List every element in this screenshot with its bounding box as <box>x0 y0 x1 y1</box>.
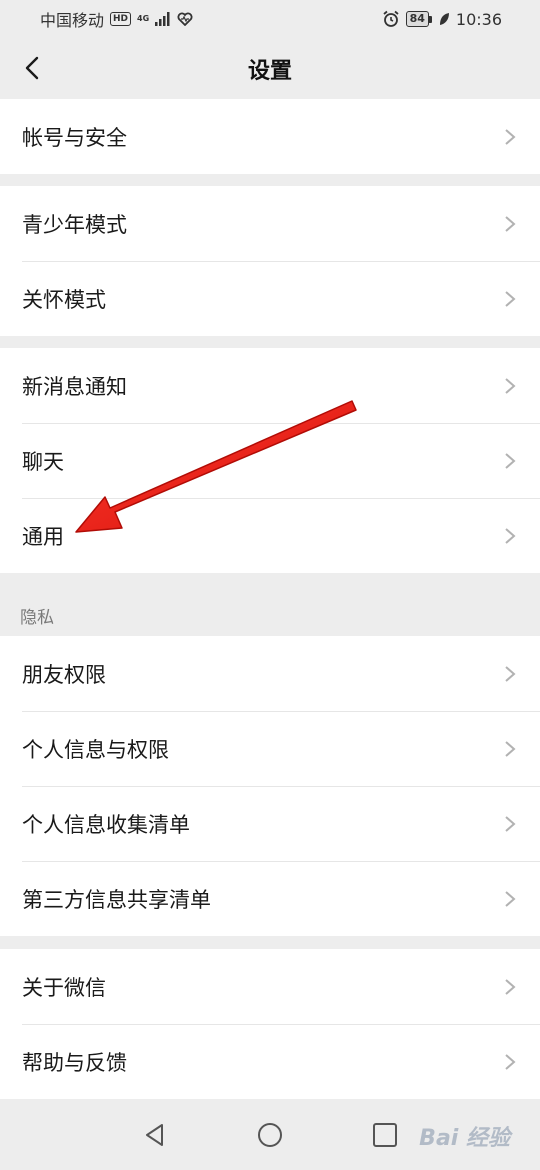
battery-level: 84 <box>405 11 429 27</box>
battery-tip <box>428 15 432 23</box>
chevron-right-icon <box>505 890 516 907</box>
chevron-right-icon <box>505 740 516 757</box>
status-bar: 中国移动 HD 4G 84 10:36 <box>0 0 540 38</box>
chevron-right-icon <box>505 1053 516 1070</box>
group-modes: 青少年模式 关怀模式 <box>0 186 540 336</box>
home-circle-icon[interactable] <box>255 1120 285 1150</box>
clock-time: 10:36 <box>455 9 502 29</box>
settings-item-general[interactable]: 通用 <box>0 498 540 573</box>
alarm-icon <box>383 10 399 27</box>
chevron-right-icon <box>505 978 516 995</box>
watermark: Bai 经验 <box>419 1126 510 1151</box>
settings-item-label: 聊天 <box>22 449 64 474</box>
settings-item-teen-mode[interactable]: 青少年模式 <box>0 186 540 261</box>
battery-indicator: 84 <box>405 11 432 27</box>
chevron-right-icon <box>505 377 516 394</box>
nav-bar: 设置 <box>0 38 540 98</box>
settings-item-care-mode[interactable]: 关怀模式 <box>0 261 540 336</box>
settings-item-label: 青少年模式 <box>22 212 127 237</box>
settings-item-label: 个人信息与权限 <box>22 737 169 762</box>
settings-item-label: 关怀模式 <box>22 287 106 312</box>
settings-item-label: 第三方信息共享清单 <box>22 887 211 912</box>
group-about: 关于微信 帮助与反馈 <box>0 949 540 1099</box>
group-account: 帐号与安全 <box>0 99 540 174</box>
network-badge: 4G <box>137 15 149 23</box>
chevron-right-icon <box>505 527 516 544</box>
back-triangle-icon[interactable] <box>140 1120 170 1150</box>
settings-item-label: 帐号与安全 <box>22 125 127 150</box>
settings-item-account-security[interactable]: 帐号与安全 <box>0 99 540 174</box>
page-title: 设置 <box>247 59 292 84</box>
recent-square-icon[interactable] <box>370 1120 400 1150</box>
leaf-icon <box>439 13 449 25</box>
group-messages: 新消息通知 聊天 通用 <box>0 348 540 573</box>
chevron-right-icon <box>505 665 516 682</box>
settings-item-label: 朋友权限 <box>22 662 106 687</box>
section-label-privacy: 隐私 <box>20 608 54 628</box>
settings-item-chat[interactable]: 聊天 <box>0 423 540 498</box>
status-left: 中国移动 HD 4G <box>40 7 193 31</box>
network-type: 4G <box>137 14 150 23</box>
chevron-right-icon <box>505 815 516 832</box>
settings-item-third-party-sharing[interactable]: 第三方信息共享清单 <box>0 861 540 936</box>
settings-item-personal-info-list[interactable]: 个人信息收集清单 <box>0 786 540 861</box>
chevron-right-icon <box>505 215 516 232</box>
settings-item-help-feedback[interactable]: 帮助与反馈 <box>0 1024 540 1099</box>
settings-item-label: 帮助与反馈 <box>22 1050 127 1075</box>
settings-item-notifications[interactable]: 新消息通知 <box>0 348 540 423</box>
signal-icon <box>155 12 170 26</box>
heart-icon <box>177 12 193 26</box>
settings-item-label: 通用 <box>22 524 64 549</box>
chevron-right-icon <box>505 128 516 145</box>
chevron-right-icon <box>505 290 516 307</box>
status-right: 84 10:36 <box>382 10 502 29</box>
group-privacy: 朋友权限 个人信息与权限 个人信息收集清单 第三方信息共享清单 <box>0 636 540 936</box>
settings-item-personal-info-permissions[interactable]: 个人信息与权限 <box>0 711 540 786</box>
chevron-right-icon <box>505 452 516 469</box>
settings-item-label: 关于微信 <box>22 975 106 1000</box>
hd-badge: HD <box>110 12 132 26</box>
settings-item-friend-permissions[interactable]: 朋友权限 <box>0 636 540 711</box>
settings-item-label: 新消息通知 <box>22 374 127 399</box>
settings-item-about-wechat[interactable]: 关于微信 <box>0 949 540 1024</box>
carrier-name: 中国移动 <box>40 11 105 30</box>
settings-item-label: 个人信息收集清单 <box>22 812 190 837</box>
